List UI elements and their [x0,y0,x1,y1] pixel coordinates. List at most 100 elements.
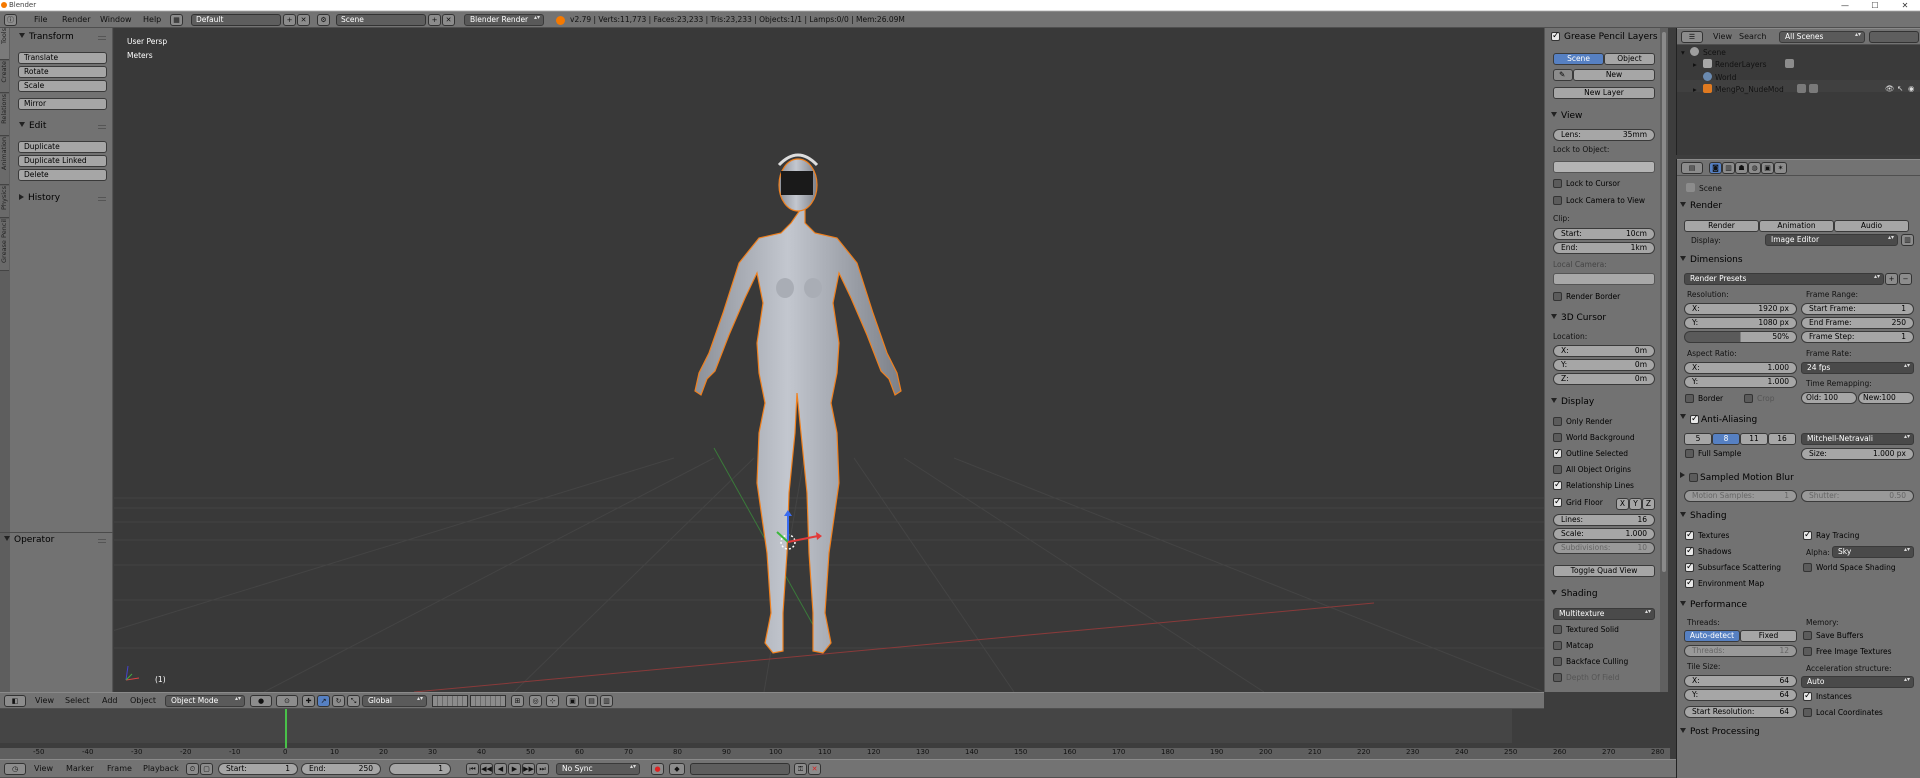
grid-floor-checkbox[interactable]: Grid Floor [1553,497,1603,508]
opengl-render-icon[interactable]: ▤ [585,695,598,707]
aa-samples-8[interactable]: 8 [1712,433,1740,445]
mirror-button[interactable]: Mirror [18,98,107,110]
tile-x-field[interactable]: X: 64 [1684,675,1797,687]
render-presets-select[interactable]: Render Presets [1684,273,1884,285]
menu-view[interactable]: View [35,693,54,709]
gp-scene-button[interactable]: Scene [1553,53,1604,65]
acceleration-structure-select[interactable]: Auto [1801,676,1914,688]
editor-type-icon[interactable]: ▤ [1681,162,1703,174]
opengl-anim-icon[interactable]: ▥ [600,695,613,707]
matcap-checkbox[interactable]: Matcap [1553,641,1594,651]
gp-new-button[interactable]: New [1573,69,1655,81]
menu-help[interactable]: Help [143,12,161,28]
clip-start-field[interactable]: Start: 10cm [1553,228,1655,240]
jump-start-icon[interactable]: ⏮ [466,763,479,775]
threads-fixed-button[interactable]: Fixed [1740,630,1797,642]
aa-size-field[interactable]: Size: 1.000 px [1801,448,1914,460]
translate-manipulator-icon[interactable]: ↗ [317,695,330,707]
lock-layers-icon[interactable]: ⊞ [511,695,524,707]
snap-icon[interactable]: ⊹ [546,695,559,707]
character-model[interactable] [679,73,919,673]
grid-subdivisions-field[interactable]: Subdivisions: 10 [1553,542,1655,554]
resolution-y-field[interactable]: Y: 1080 px [1684,317,1797,329]
remove-scene-icon[interactable]: ✕ [442,14,455,26]
grid-x-toggle[interactable]: X [1616,498,1629,510]
lens-field[interactable]: Lens: 35mm [1553,129,1655,141]
outliner-item-scene[interactable]: Scene [1703,48,1726,57]
screen-layout-icon[interactable]: ▦ [170,14,183,26]
render-panel-header[interactable]: Render [1680,201,1722,211]
orientation-select[interactable]: Global [362,695,427,707]
outliner-item-renderlayers[interactable]: RenderLayers [1715,60,1767,69]
clip-end-field[interactable]: End: 1km [1553,242,1655,254]
scene-tab-icon[interactable]: ☗ [1735,162,1748,174]
panel-grip-icon[interactable] [98,197,106,201]
lock-camera-checkbox[interactable]: Lock Camera to View [1553,196,1645,206]
viewport-shading-icon[interactable]: ● [250,695,272,707]
renderable-camera-icon[interactable]: ◉ [1908,84,1915,93]
render-button[interactable]: Render [1684,220,1759,232]
render-border-checkbox[interactable]: Render Border [1553,292,1620,302]
jump-key-back-icon[interactable]: ◀◀ [480,763,493,775]
shading-panel-header[interactable]: Shading [1680,511,1727,521]
motion-samples-field[interactable]: Motion Samples: 1 [1684,490,1797,502]
object-tab-icon[interactable]: ▣ [1761,162,1774,174]
remap-old-field[interactable]: Old: 100 [1801,392,1857,404]
remove-preset-icon[interactable]: − [1899,273,1912,285]
menu-view[interactable]: View [1713,29,1732,45]
edit-panel-header[interactable]: Edit [19,121,46,131]
modifiers-tab-icon[interactable]: ✶ [1774,162,1787,174]
tab-grease-pencil[interactable]: Grease Pencil [0,219,9,271]
close-button[interactable]: ✕ [1890,0,1920,11]
grid-z-toggle[interactable]: Z [1642,498,1655,510]
menu-frame[interactable]: Frame [107,760,132,777]
record-icon[interactable]: ● [651,763,664,775]
world-background-checkbox[interactable]: World Background [1553,433,1635,443]
add-screen-icon[interactable]: + [283,14,296,26]
add-scene-icon[interactable]: + [428,14,441,26]
start-resolution-field[interactable]: Start Resolution: 64 [1684,706,1797,718]
audio-button[interactable]: Audio [1834,220,1909,232]
add-preset-icon[interactable]: + [1885,273,1898,285]
textures-checkbox[interactable]: Textures [1685,530,1729,541]
remove-screen-icon[interactable]: ✕ [297,14,310,26]
motion-blur-panel-header[interactable]: Sampled Motion Blur [1680,471,1794,483]
timeline-area[interactable]: -50 -40 -30 -20 -10 0 10 20 30 40 50 60 … [0,709,1670,759]
free-image-textures-checkbox[interactable]: Free Image Textures [1803,647,1892,657]
world-space-shading-checkbox[interactable]: World Space Shading [1803,563,1896,573]
lock-interface-icon[interactable]: ▥ [1901,234,1914,246]
play-reverse-icon[interactable]: ◀ [494,763,507,775]
rotate-button[interactable]: Rotate [18,66,107,78]
editor-type-icon[interactable]: ◷ [4,763,26,775]
world-tab-icon[interactable]: ◍ [1748,162,1761,174]
minimize-button[interactable]: — [1830,0,1860,11]
aspect-x-field[interactable]: X: 1.000 [1684,362,1797,374]
remap-new-field[interactable]: New:100 [1858,392,1914,404]
shading-mode-select[interactable]: Multitexture [1553,608,1655,620]
expand-icon[interactable]: ▸ [1693,60,1697,69]
delete-keyframe-icon[interactable]: ✕ [808,763,821,775]
outliner-filter-select[interactable]: All Scenes [1779,31,1865,43]
grease-pencil-panel-header[interactable]: Grease Pencil Layers [1551,31,1658,43]
resolution-x-field[interactable]: X: 1920 px [1684,303,1797,315]
frame-step-field[interactable]: Frame Step: 1 [1801,331,1914,343]
delete-button[interactable]: Delete [18,169,107,181]
maximize-button[interactable]: ☐ [1860,0,1890,11]
gp-brush-icon[interactable]: ✎ [1553,69,1573,81]
editor-type-icon[interactable]: ☰ [1681,31,1703,43]
panel-grip-icon[interactable] [98,36,106,40]
threads-auto-detect-button[interactable]: Auto-detect [1684,630,1740,642]
display-panel-header[interactable]: Display [1551,397,1594,407]
panel-grip-icon[interactable] [98,125,106,129]
sync-mode-select[interactable]: No Sync [556,763,640,775]
alpha-select[interactable]: Sky [1832,546,1914,558]
layers-row-2[interactable] [470,695,506,707]
3d-cursor-icon[interactable] [774,510,834,560]
all-object-origins-checkbox[interactable]: All Object Origins [1553,465,1631,475]
end-frame-field[interactable]: End: 250 [301,763,381,775]
start-frame-field[interactable]: Start: 1 [218,763,298,775]
current-frame-field[interactable]: 1 [389,763,451,775]
rotate-manipulator-icon[interactable]: ↻ [332,695,345,707]
only-render-checkbox[interactable]: Only Render [1553,417,1612,427]
aa-filter-select[interactable]: Mitchell-Netravali [1801,433,1914,445]
